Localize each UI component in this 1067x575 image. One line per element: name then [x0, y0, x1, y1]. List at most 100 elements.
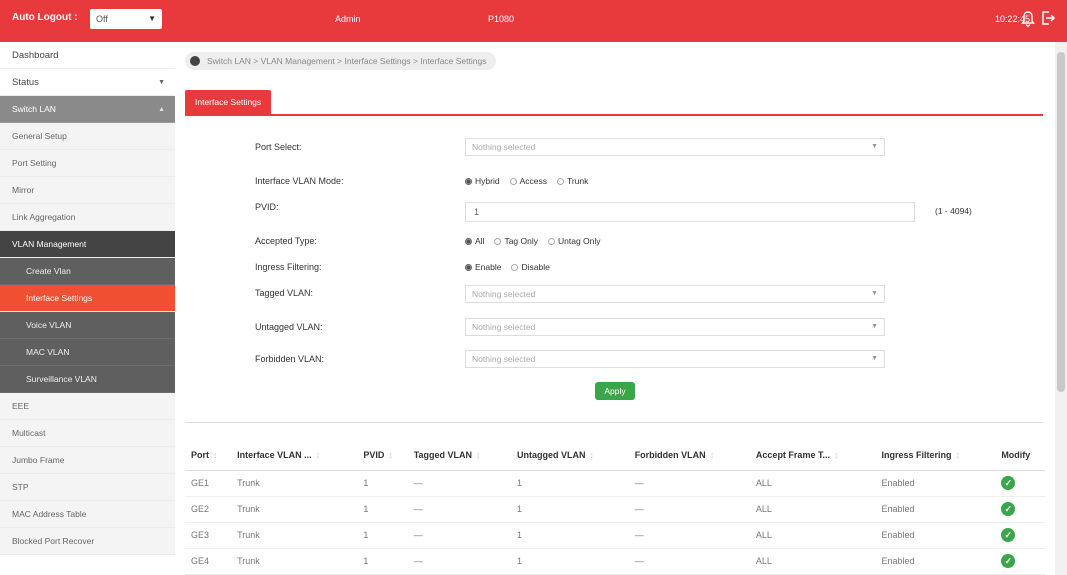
cell-accept-frame: ALL: [749, 548, 876, 575]
chevron-down-icon: ▼: [871, 290, 878, 297]
radio-all[interactable]: All: [465, 236, 484, 246]
scrollbar-thumb[interactable]: [1057, 52, 1065, 392]
sidebar-item-label: Blocked Port Recover: [12, 536, 95, 546]
sidebar-item-vlan-management[interactable]: VLAN Management: [0, 231, 175, 258]
accepted-type-group: All Tag Only Untag Only: [465, 236, 601, 246]
radio-label: Disable: [521, 262, 550, 272]
sidebar-item-label: Create Vlan: [26, 266, 71, 276]
cell-mode: Trunk: [231, 470, 358, 497]
sidebar-item-multicast[interactable]: Multicast: [0, 420, 175, 447]
edit-check-icon[interactable]: ✓: [1001, 554, 1016, 568]
sidebar-item-voice-vlan[interactable]: Voice VLAN: [0, 312, 175, 339]
cell-port: GE4: [185, 548, 232, 575]
cell-forbidden: —: [628, 470, 750, 497]
cell-tagged: —: [407, 470, 511, 497]
sidebar-item-create-vlan[interactable]: Create Vlan: [0, 258, 175, 285]
untagged-vlan-select[interactable]: Nothing selected ▼: [465, 318, 885, 336]
table-row: GE3 Trunk 1 — 1 — ALL Enabled ✓: [185, 522, 1045, 549]
sidebar-item-label: MAC VLAN: [26, 347, 70, 357]
col-accept-frame-type[interactable]: Accept Frame T... ↕: [749, 440, 876, 471]
sort-icon: ↕: [589, 449, 594, 460]
radio-label: Access: [519, 176, 547, 186]
sort-icon: ↕: [709, 449, 715, 460]
port-select[interactable]: Nothing selected ▼: [465, 138, 885, 156]
sidebar-item-eee[interactable]: EEE: [0, 393, 175, 420]
cell-forbidden: —: [628, 548, 750, 575]
sidebar-item-link-aggregation[interactable]: Link Aggregation: [0, 204, 175, 231]
cell-port: GE2: [185, 496, 232, 523]
cell-ingress: Enabled: [875, 522, 996, 549]
col-ingress-filtering[interactable]: Ingress Filtering ↕: [875, 440, 996, 471]
col-untagged-vlan[interactable]: Untagged VLAN ↕: [510, 440, 629, 471]
sidebar-item-label: VLAN Management: [12, 239, 87, 249]
radio-access[interactable]: Access: [509, 176, 547, 186]
pvid-input[interactable]: 1: [465, 202, 915, 222]
sidebar-item-switch-lan[interactable]: Switch LAN ▲: [0, 96, 175, 123]
sidebar-item-interface-settings[interactable]: Interface Settings: [0, 285, 175, 312]
edit-check-icon[interactable]: ✓: [1001, 476, 1016, 490]
sidebar-item-label: Voice VLAN: [26, 320, 72, 330]
radio-hybrid[interactable]: Hybrid: [465, 176, 500, 186]
chevron-down-icon: ▼: [148, 14, 156, 23]
col-tagged-vlan[interactable]: Tagged VLAN ↕: [407, 440, 511, 471]
radio-enable[interactable]: Enable: [465, 262, 501, 272]
sidebar-item-surveillance-vlan[interactable]: Surveillance VLAN: [0, 366, 175, 393]
tagged-vlan-select[interactable]: Nothing selected ▼: [465, 285, 885, 303]
col-pvid[interactable]: PVID ↕: [357, 440, 408, 471]
auto-logout-value: Off: [96, 14, 108, 24]
sidebar-item-port-setting[interactable]: Port Setting: [0, 150, 175, 177]
device-model: P1080: [488, 14, 515, 24]
edit-check-icon[interactable]: ✓: [1001, 502, 1016, 516]
table-header-row: Port ↕ Interface VLAN ... ↕ PVID ↕ Tagged V…: [185, 440, 1045, 471]
cell-accept-frame: ALL: [749, 496, 876, 523]
sidebar-item-label: EEE: [12, 401, 30, 411]
sort-icon: ↕: [213, 449, 218, 460]
cell-ingress: Enabled: [875, 470, 996, 497]
forbidden-vlan-select[interactable]: Nothing selected ▼: [465, 350, 885, 368]
radio-label: Untag Only: [558, 236, 601, 246]
tab-interface-settings[interactable]: Interface Settings: [185, 90, 272, 114]
radio-tag-only[interactable]: Tag Only: [494, 236, 538, 246]
sidebar-item-mac-address-table[interactable]: MAC Address Table: [0, 501, 175, 528]
radio-label: Trunk: [566, 176, 589, 186]
cell-port: GE1: [185, 470, 232, 497]
sidebar-item-label: Interface Settings: [26, 293, 93, 303]
cell-accept-frame: ALL: [749, 522, 876, 549]
radio-dot: [548, 237, 555, 245]
radio-trunk[interactable]: Trunk: [556, 176, 589, 186]
col-port[interactable]: Port ↕: [185, 440, 232, 471]
cell-untagged: 1: [510, 470, 629, 497]
auto-logout-select[interactable]: Off ▼: [90, 9, 162, 29]
edit-check-icon[interactable]: ✓: [1001, 528, 1016, 542]
sidebar-item-mac-vlan[interactable]: MAC VLAN: [0, 339, 175, 366]
untagged-vlan-placeholder: Nothing selected: [472, 322, 536, 332]
col-forbidden-vlan[interactable]: Forbidden VLAN ↕: [628, 440, 750, 471]
interface-vlan-mode-group: Hybrid Access Trunk: [465, 176, 588, 186]
col-interface-vlan-mode[interactable]: Interface VLAN ... ↕: [231, 440, 358, 471]
logout-icon[interactable]: [1040, 10, 1056, 26]
interface-vlan-mode-label: Interface VLAN Mode:: [255, 176, 344, 186]
page-scrollbar[interactable]: [1055, 42, 1067, 575]
divider: [185, 422, 1043, 423]
chevron-up-icon: ▲: [158, 106, 165, 113]
chevron-down-icon: ▼: [871, 355, 878, 362]
sort-icon: ↕: [388, 449, 393, 460]
cell-modify: ✓: [995, 548, 1045, 575]
sidebar-item-jumbo-frame[interactable]: Jumbo Frame: [0, 447, 175, 474]
sidebar-item-stp[interactable]: STP: [0, 474, 175, 501]
cell-pvid: 1: [357, 470, 408, 497]
breadcrumb-text: Switch LAN > VLAN Management > Interface…: [207, 56, 487, 66]
bell-icon[interactable]: [1020, 9, 1036, 27]
accepted-type-label: Accepted Type:: [255, 236, 317, 246]
apply-button[interactable]: Apply: [595, 382, 635, 400]
radio-untag-only[interactable]: Untag Only: [548, 236, 601, 246]
sidebar-item-dashboard[interactable]: Dashboard: [0, 42, 175, 69]
sidebar-item-status[interactable]: Status ▼: [0, 69, 175, 96]
radio-dot: [465, 237, 472, 245]
chevron-down-icon: ▼: [871, 323, 878, 330]
radio-disable[interactable]: Disable: [511, 262, 550, 272]
sidebar-item-mirror[interactable]: Mirror: [0, 177, 175, 204]
sidebar-item-blocked-port-recover[interactable]: Blocked Port Recover: [0, 528, 175, 555]
sidebar-item-general-setup[interactable]: General Setup: [0, 123, 175, 150]
pvid-label: PVID:: [255, 202, 279, 212]
